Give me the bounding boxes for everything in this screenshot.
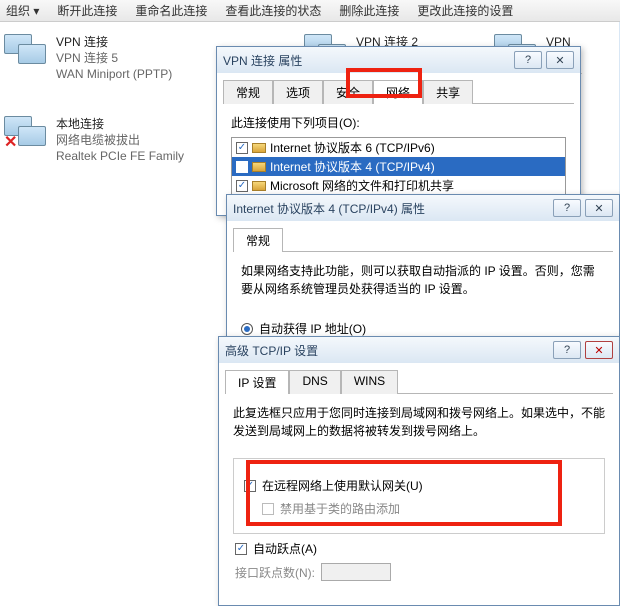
conn-line2: 网络电缆被拔出: [56, 132, 184, 148]
protocol-item-ipv6[interactable]: Internet 协议版本 6 (TCP/IPv6): [232, 138, 565, 157]
checkbox-remote-gateway-label: 在远程网络上使用默认网关(U): [262, 477, 423, 494]
network-icon: ✕: [4, 116, 48, 152]
tab-dns[interactable]: DNS: [289, 370, 340, 394]
tab-general[interactable]: 常规: [233, 228, 283, 252]
help-button[interactable]: ?: [553, 199, 581, 217]
error-icon: ✕: [4, 132, 17, 152]
checkbox[interactable]: [236, 142, 248, 154]
connection-vpn1[interactable]: VPN 连接 VPN 连接 5 WAN Miniport (PPTP): [4, 30, 204, 102]
tab-security[interactable]: 安全: [323, 80, 373, 104]
tab-general[interactable]: 常规: [223, 80, 273, 104]
dialog-vpn-properties: VPN 连接 属性 ? ✕ 常规 选项 安全 网络 共享 此连接使用下列项目(O…: [216, 46, 581, 216]
toolbar-settings[interactable]: 更改此连接的设置: [417, 2, 513, 19]
checkbox-disable-class-route-label: 禁用基于类的路由添加: [280, 500, 400, 517]
conn-line2: VPN 连接 5: [56, 50, 172, 66]
list-caption: 此连接使用下列项目(O):: [231, 114, 566, 131]
checkbox-remote-gateway[interactable]: [244, 480, 256, 492]
checkbox-disable-class-route: [262, 503, 274, 515]
toolbar-delete[interactable]: 删除此连接: [339, 2, 399, 19]
tab-ip-settings[interactable]: IP 设置: [225, 370, 289, 394]
protocol-icon: [252, 162, 266, 172]
radio-auto-ip-label: 自动获得 IP 地址(O): [259, 320, 366, 337]
radio-auto-ip[interactable]: [241, 323, 253, 335]
dialog-title: 高级 TCP/IP 设置: [225, 342, 318, 359]
protocol-item-ipv4[interactable]: Internet 协议版本 4 (TCP/IPv4): [232, 157, 565, 176]
dialog-title: Internet 协议版本 4 (TCP/IPv4) 属性: [233, 200, 425, 217]
titlebar[interactable]: 高级 TCP/IP 设置 ? ✕: [219, 337, 619, 363]
conn-name: VPN 连接: [56, 34, 172, 50]
network-icon: [4, 34, 48, 70]
tab-network[interactable]: 网络: [373, 80, 423, 104]
checkbox-auto-metric-label: 自动跃点(A): [253, 540, 317, 557]
close-button[interactable]: ✕: [585, 341, 613, 359]
metric-input: [321, 563, 391, 581]
toolbar: 组织 ▾ 断开此连接 重命名此连接 查看此连接的状态 删除此连接 更改此连接的设…: [0, 0, 620, 22]
tab-options[interactable]: 选项: [273, 80, 323, 104]
protocol-icon: [252, 143, 266, 153]
close-button[interactable]: ✕: [585, 199, 613, 217]
description-text: 如果网络支持此功能，则可以获取自动指派的 IP 设置。否则，您需要从网络系统管理…: [241, 262, 605, 298]
titlebar[interactable]: Internet 协议版本 4 (TCP/IPv4) 属性 ? ✕: [227, 195, 619, 221]
metric-label: 接口跃点数(N):: [235, 564, 315, 581]
tab-sharing[interactable]: 共享: [423, 80, 473, 104]
checkbox-auto-metric[interactable]: [235, 543, 247, 555]
tabbar: 常规 选项 安全 网络 共享: [223, 79, 574, 104]
protocol-item-fileshare[interactable]: Microsoft 网络的文件和打印机共享: [232, 176, 565, 195]
protocol-label: Internet 协议版本 4 (TCP/IPv4): [270, 158, 435, 175]
checkbox[interactable]: [236, 161, 248, 173]
dialog-title: VPN 连接 属性: [223, 52, 302, 69]
protocol-icon: [252, 181, 266, 191]
protocol-label: Internet 协议版本 6 (TCP/IPv6): [270, 139, 435, 156]
gateway-groupbox: 在远程网络上使用默认网关(U) 禁用基于类的路由添加: [233, 458, 605, 534]
tabbar: IP 设置 DNS WINS: [225, 369, 613, 394]
tabbar: 常规: [233, 227, 613, 252]
connection-local[interactable]: ✕ 本地连接 网络电缆被拔出 Realtek PCIe FE Family: [4, 112, 234, 168]
toolbar-rename[interactable]: 重命名此连接: [135, 2, 207, 19]
description-text: 此复选框只应用于您同时连接到局域网和拨号网络上。如果选中，不能发送到局域网上的数…: [233, 404, 605, 440]
titlebar[interactable]: VPN 连接 属性 ? ✕: [217, 47, 580, 73]
checkbox[interactable]: [236, 180, 248, 192]
toolbar-disconnect[interactable]: 断开此连接: [57, 2, 117, 19]
conn-line3: Realtek PCIe FE Family: [56, 148, 184, 164]
help-button[interactable]: ?: [514, 51, 542, 69]
toolbar-organize[interactable]: 组织 ▾: [6, 2, 39, 19]
conn-name: 本地连接: [56, 116, 184, 132]
tab-wins[interactable]: WINS: [341, 370, 398, 394]
conn-line3: WAN Miniport (PPTP): [56, 66, 172, 82]
toolbar-status[interactable]: 查看此连接的状态: [225, 2, 321, 19]
help-button[interactable]: ?: [553, 341, 581, 359]
protocol-label: Microsoft 网络的文件和打印机共享: [270, 177, 454, 194]
close-button[interactable]: ✕: [546, 51, 574, 69]
dialog-advanced-tcpip: 高级 TCP/IP 设置 ? ✕ IP 设置 DNS WINS 此复选框只应用于…: [218, 336, 620, 606]
